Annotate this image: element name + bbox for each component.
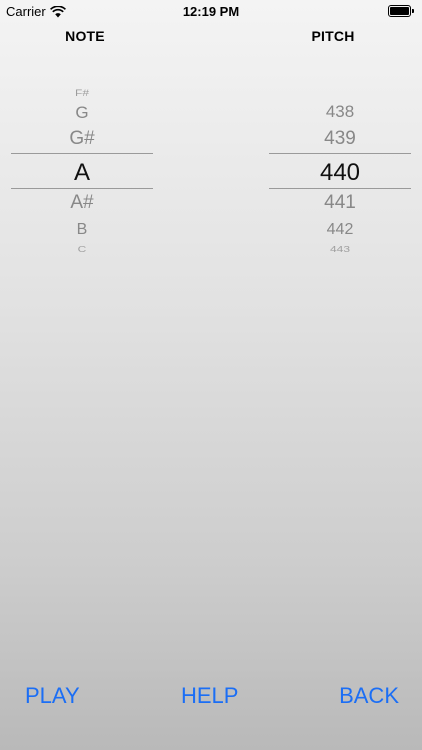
pitch-picker-item[interactable]: 438	[269, 102, 411, 122]
pitch-picker-item[interactable]: 441	[269, 192, 411, 214]
note-picker-item[interactable]: F#	[11, 88, 153, 99]
pitch-picker-item[interactable]: 442	[269, 221, 411, 239]
note-picker-item[interactable]: G	[11, 103, 153, 123]
pitch-header: PITCH	[311, 28, 355, 44]
note-picker-item[interactable]: C	[11, 244, 153, 254]
pitch-picker-item[interactable]: 443	[269, 244, 411, 254]
note-picker-item[interactable]: B	[11, 221, 153, 239]
picker-selection-top-line	[11, 153, 153, 154]
status-bar: Carrier 12:19 PM	[0, 0, 422, 22]
back-button[interactable]: BACK	[339, 683, 399, 709]
status-time: 12:19 PM	[182, 4, 240, 19]
picker-selection-bottom-line	[11, 188, 153, 189]
play-button[interactable]: PLAY	[25, 683, 80, 709]
picker-selection-bottom-line	[269, 188, 411, 189]
note-picker-item[interactable]: A#	[11, 192, 153, 214]
note-picker[interactable]: F# G G# A A# B C	[11, 74, 153, 262]
pitch-picker-item[interactable]: 439	[269, 128, 411, 150]
note-header: NOTE	[65, 28, 105, 44]
battery-full-icon	[388, 5, 414, 17]
note-picker-item-selected[interactable]: A	[11, 159, 153, 187]
pitch-picker[interactable]: 438 439 440 441 442 443	[269, 74, 411, 262]
picker-selection-top-line	[269, 153, 411, 154]
note-picker-item[interactable]: G#	[11, 128, 153, 150]
pitch-picker-item-selected[interactable]: 440	[269, 159, 411, 187]
help-button[interactable]: HELP	[181, 683, 238, 709]
